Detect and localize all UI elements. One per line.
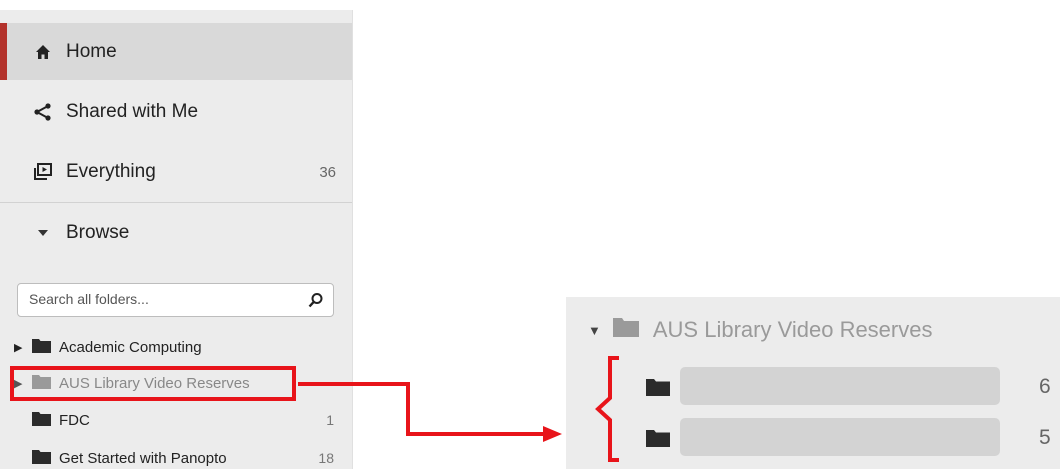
callout-bracket	[595, 356, 619, 462]
